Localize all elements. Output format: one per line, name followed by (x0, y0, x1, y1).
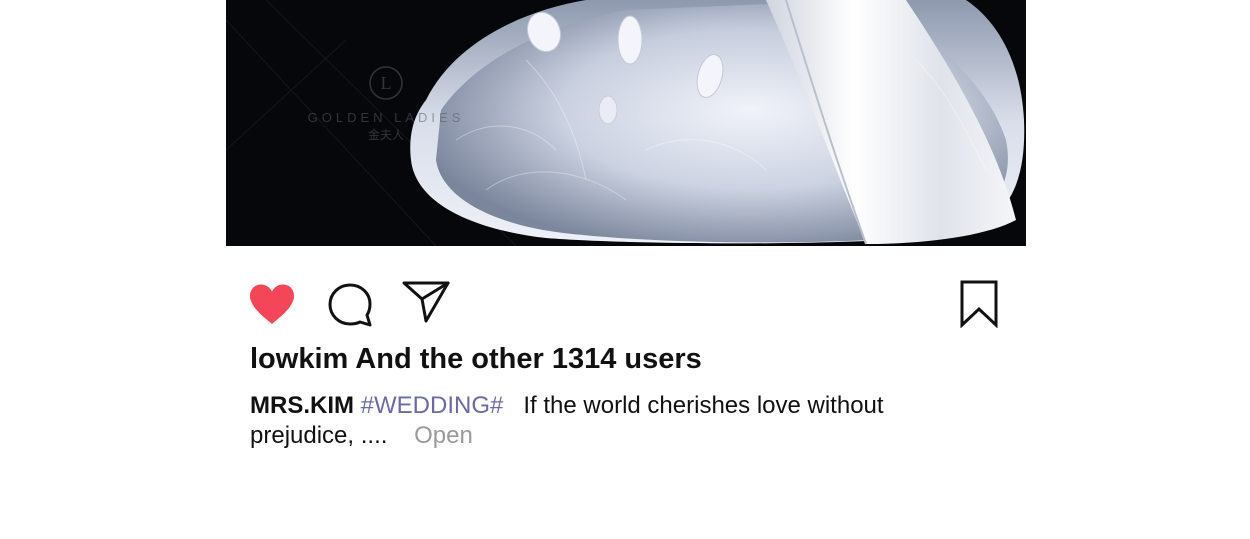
action-bar (226, 280, 1026, 328)
caption-username[interactable]: MRS.KIM (250, 392, 354, 419)
bookmark-icon (960, 280, 998, 328)
paper-plane-icon (402, 281, 450, 323)
comment-button[interactable] (328, 282, 374, 328)
caption-hashtag[interactable]: #WEDDING# (361, 392, 504, 419)
save-button[interactable] (959, 280, 999, 328)
like-button[interactable] (248, 283, 296, 325)
wedding-dress-image: L GOLDEN LADIES 金夫人 (226, 0, 1026, 246)
svg-text:L: L (381, 73, 392, 93)
share-button[interactable] (402, 280, 450, 324)
post-caption: MRS.KIM #WEDDING# If the world cherishes… (250, 391, 950, 451)
open-caption-link[interactable]: Open (414, 422, 473, 449)
post-card: L GOLDEN LADIES 金夫人 lowkim And the other… (0, 0, 1250, 539)
watermark-cn-text: 金夫人 (368, 127, 404, 142)
heart-filled-icon (250, 284, 294, 324)
speech-bubble-icon (328, 283, 372, 327)
post-photo[interactable]: L GOLDEN LADIES 金夫人 (226, 0, 1026, 246)
watermark-brand-text: GOLDEN LADIES (308, 110, 465, 125)
likes-summary[interactable]: lowkim And the other 1314 users (250, 343, 702, 376)
